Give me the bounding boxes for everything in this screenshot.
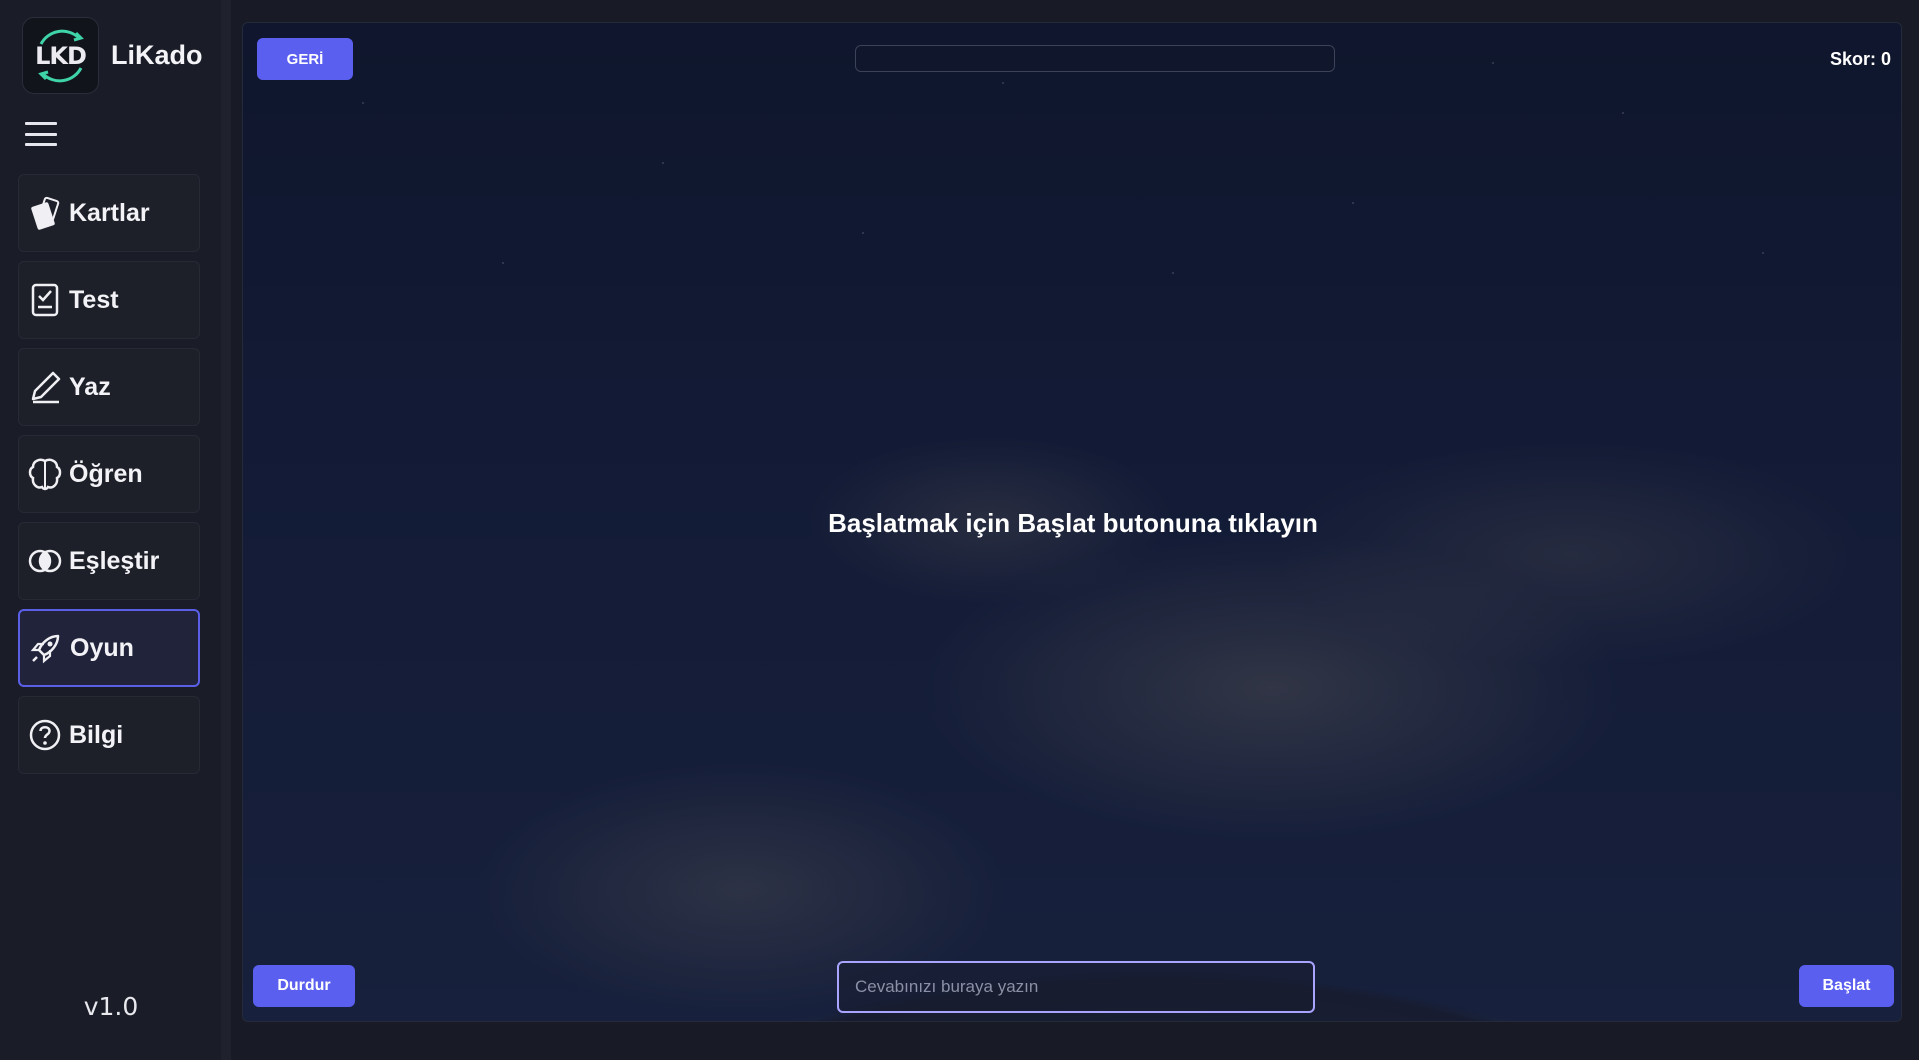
brain-icon — [25, 454, 65, 494]
game-message: Başlatmak için Başlat butonuna tıklayın — [828, 508, 1318, 538]
sidebar: LKD LiKado Kartlar Test Yaz Öğren Eşleşt… — [0, 0, 231, 1060]
answer-input[interactable] — [837, 961, 1315, 1013]
brand[interactable]: LKD LiKado — [22, 17, 203, 94]
clipboard-check-icon — [25, 280, 65, 320]
match-circles-icon — [25, 541, 65, 581]
back-button[interactable]: GERİ — [257, 38, 353, 80]
sidebar-item-label: Test — [69, 285, 119, 314]
sidebar-item-test[interactable]: Test — [18, 261, 200, 339]
game-area: GERİ Skor: 0 Başlatmak için Başlat buton… — [242, 22, 1902, 1022]
stop-button[interactable]: Durdur — [253, 965, 355, 1007]
sidebar-item-label: Bilgi — [69, 720, 124, 749]
logo-ring-icon — [38, 29, 84, 83]
sidebar-item-bilgi[interactable]: Bilgi — [18, 696, 200, 774]
pen-icon — [25, 367, 65, 407]
rocket-icon — [26, 628, 66, 668]
score-display: Skor: 0 — [1829, 49, 1891, 69]
sidebar-nav: Kartlar Test Yaz Öğren Eşleştir Oyun Bil… — [18, 174, 200, 783]
sidebar-item-label: Oyun — [70, 633, 134, 662]
sidebar-item-eslestir[interactable]: Eşleştir — [18, 522, 200, 600]
sidebar-item-yaz[interactable]: Yaz — [18, 348, 200, 426]
sidebar-item-label: Eşleştir — [69, 546, 160, 575]
app-name: LiKado — [111, 40, 203, 70]
app-version: v1.0 — [83, 992, 139, 1021]
sidebar-item-oyun[interactable]: Oyun — [18, 609, 200, 687]
sidebar-item-kartlar[interactable]: Kartlar — [18, 174, 200, 252]
sidebar-item-ogren[interactable]: Öğren — [18, 435, 200, 513]
sidebar-item-label: Kartlar — [69, 198, 150, 227]
sidebar-item-label: Öğren — [69, 459, 143, 488]
help-circle-icon — [25, 715, 65, 755]
start-button[interactable]: Başlat — [1799, 965, 1894, 1007]
cards-icon — [25, 193, 65, 233]
app-logo: LKD — [22, 17, 99, 94]
menu-toggle-icon[interactable] — [25, 122, 57, 146]
sidebar-item-label: Yaz — [69, 372, 111, 401]
progress-bar — [855, 45, 1335, 72]
